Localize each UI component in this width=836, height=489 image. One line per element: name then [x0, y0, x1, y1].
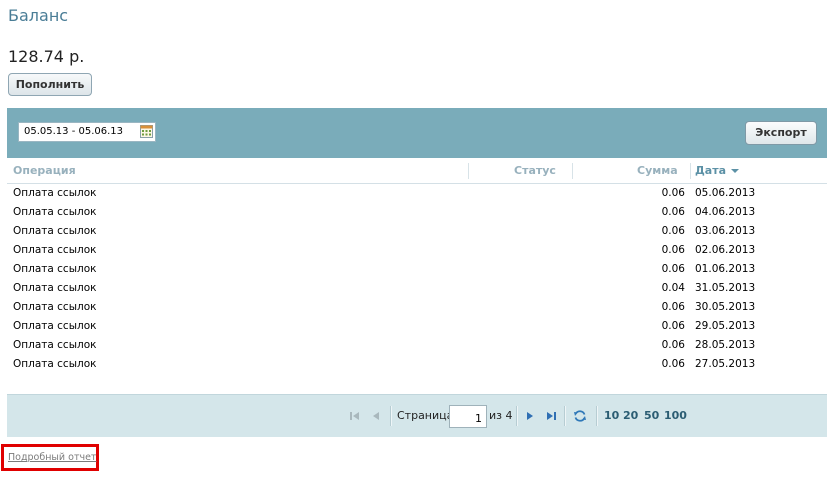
page-label: Страница [397, 409, 454, 422]
page-size-option[interactable]: 20 [623, 395, 638, 437]
table-row: Оплата ссылок 0.06 30.05.2013 [7, 298, 827, 317]
pager-separator [390, 406, 392, 426]
pagination-bar: Страница 1 из 4 10 20 50 100 [7, 394, 827, 437]
previous-page-icon[interactable] [370, 410, 382, 422]
column-header-status[interactable]: Статус [514, 159, 556, 183]
table-row: Оплата ссылок 0.06 28.05.2013 [7, 336, 827, 355]
date-range-value: 05.05.13 - 05.06.13 [24, 126, 124, 137]
amount-cell: 0.06 [661, 206, 685, 218]
topup-button[interactable]: Пополнить [8, 73, 92, 96]
pager-separator [516, 406, 518, 426]
column-header-date-label: Дата [695, 164, 727, 177]
balance-amount: 128.74 р. [8, 47, 85, 66]
column-header-date[interactable]: Дата [695, 159, 740, 183]
amount-cell: 0.06 [661, 263, 685, 275]
operation-cell: Оплата ссылок [13, 263, 97, 275]
date-range-field[interactable]: 05.05.13 - 05.06.13 [18, 122, 156, 142]
page-size-option[interactable]: 100 [664, 395, 687, 437]
amount-cell: 0.04 [661, 282, 685, 294]
pager-separator [564, 406, 566, 426]
amount-cell: 0.06 [661, 225, 685, 237]
next-page-icon[interactable] [524, 410, 536, 422]
detailed-report-link[interactable]: Подробный отчет [8, 452, 96, 463]
transactions-panel: 05.05.13 - 05.06.13 Экспорт Операция Ста… [7, 108, 827, 437]
total-pages-label: из 4 [489, 409, 513, 422]
date-cell: 31.05.2013 [695, 282, 756, 294]
operation-cell: Оплата ссылок [13, 282, 97, 294]
page-number-input[interactable]: 1 [449, 405, 487, 428]
amount-cell: 0.06 [661, 301, 685, 313]
amount-cell: 0.06 [661, 244, 685, 256]
column-separator [690, 163, 691, 179]
date-cell: 30.05.2013 [695, 301, 756, 313]
column-separator [572, 163, 573, 179]
amount-cell: 0.06 [661, 320, 685, 332]
calendar-icon[interactable] [140, 125, 153, 138]
operation-cell: Оплата ссылок [13, 187, 97, 199]
operation-cell: Оплата ссылок [13, 244, 97, 256]
date-cell: 01.06.2013 [695, 263, 756, 275]
page-size-option[interactable]: 50 [644, 395, 659, 437]
table-header: Операция Статус Сумма Дата [7, 159, 827, 184]
table-row: Оплата ссылок 0.06 01.06.2013 [7, 260, 827, 279]
page-title: Баланс [8, 6, 69, 25]
operation-cell: Оплата ссылок [13, 301, 97, 313]
date-cell: 04.06.2013 [695, 206, 756, 218]
table-row: Оплата ссылок 0.06 03.06.2013 [7, 222, 827, 241]
date-cell: 27.05.2013 [695, 358, 756, 370]
table-rows: Оплата ссылок 0.06 05.06.2013 Оплата ссылок… [7, 184, 827, 374]
table-row: Оплата ссылок 0.06 04.06.2013 [7, 203, 827, 222]
table-row: Оплата ссылок 0.04 31.05.2013 [7, 279, 827, 298]
amount-cell: 0.06 [661, 187, 685, 199]
date-cell: 28.05.2013 [695, 339, 756, 351]
last-page-icon[interactable] [545, 410, 557, 422]
table-row: Оплата ссылок 0.06 29.05.2013 [7, 317, 827, 336]
pager-separator [596, 406, 598, 426]
date-cell: 02.06.2013 [695, 244, 756, 256]
operation-cell: Оплата ссылок [13, 358, 97, 370]
date-cell: 03.06.2013 [695, 225, 756, 237]
sort-descending-icon [731, 169, 740, 173]
page-size-option[interactable]: 10 [604, 395, 619, 437]
operation-cell: Оплата ссылок [13, 339, 97, 351]
amount-cell: 0.06 [661, 339, 685, 351]
table-row: Оплата ссылок 0.06 02.06.2013 [7, 241, 827, 260]
refresh-icon[interactable] [573, 409, 587, 423]
first-page-icon[interactable] [349, 410, 361, 422]
report-link-highlight: Подробный отчет [1, 444, 99, 471]
column-header-amount[interactable]: Сумма [637, 159, 678, 183]
operation-cell: Оплата ссылок [13, 206, 97, 218]
operation-cell: Оплата ссылок [13, 320, 97, 332]
column-header-operation[interactable]: Операция [13, 159, 76, 183]
table-row: Оплата ссылок 0.06 05.06.2013 [7, 184, 827, 203]
amount-cell: 0.06 [661, 358, 685, 370]
date-cell: 29.05.2013 [695, 320, 756, 332]
filter-toolbar: 05.05.13 - 05.06.13 Экспорт [7, 108, 827, 158]
date-cell: 05.06.2013 [695, 187, 756, 199]
operation-cell: Оплата ссылок [13, 225, 97, 237]
export-button[interactable]: Экспорт [745, 121, 817, 145]
column-separator [468, 163, 469, 179]
table-row: Оплата ссылок 0.06 27.05.2013 [7, 355, 827, 374]
